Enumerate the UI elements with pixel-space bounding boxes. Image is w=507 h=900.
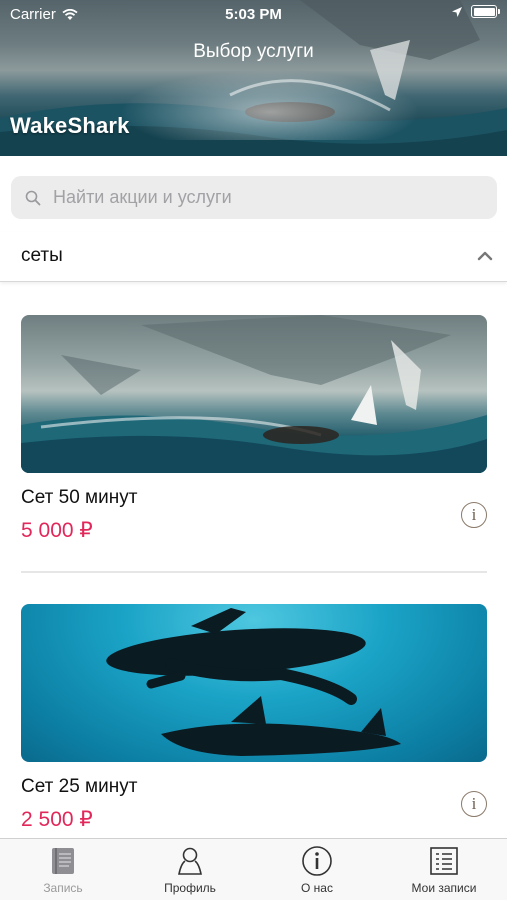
service-price: 5 000 ₽ [21, 519, 93, 542]
service-card[interactable]: Сет 50 минут 5 000 ₽ i [21, 315, 487, 555]
info-icon [302, 846, 332, 876]
info-icon: i [471, 505, 477, 524]
tab-my-bookings[interactable]: Мои записи [381, 839, 507, 900]
service-title: Сет 25 минут [21, 776, 138, 797]
service-price: 2 500 ₽ [21, 808, 93, 831]
search-input[interactable] [53, 187, 473, 208]
status-bar: Carrier 5:03 PM [0, 0, 507, 28]
chevron-up-icon[interactable] [477, 248, 493, 264]
person-icon [178, 847, 202, 875]
book-icon [52, 848, 74, 874]
search-icon [25, 190, 41, 205]
battery-icon [471, 5, 500, 18]
search-bar[interactable] [11, 176, 497, 219]
underwater-surfer-and-shark-illustration [106, 608, 401, 756]
tab-booking[interactable]: Запись [0, 839, 126, 900]
location-arrow-icon [452, 6, 462, 17]
info-button[interactable]: i [461, 791, 487, 817]
service-card[interactable]: Сет 25 минут 2 500 ₽ i [21, 604, 487, 834]
section-header-sets[interactable]: сеты [0, 232, 507, 282]
section-label: сеты [21, 245, 63, 266]
list-icon [430, 847, 458, 875]
tab-label: Мои записи [411, 881, 477, 895]
service-image [21, 604, 487, 762]
brand-name: WakeShark [10, 113, 130, 138]
info-button[interactable]: i [461, 502, 487, 528]
tab-label: Профиль [164, 881, 216, 895]
service-title: Сет 50 минут [21, 487, 138, 508]
status-time: 5:03 PM [225, 6, 282, 23]
tab-profile[interactable]: Профиль [127, 839, 253, 900]
page-title: Выбор услуги [193, 41, 314, 62]
divider [21, 571, 487, 573]
tab-about[interactable]: О нас [254, 839, 380, 900]
info-icon: i [471, 794, 477, 813]
header-banner: Carrier 5:03 PM Выбор услуги WakeShark [0, 0, 507, 156]
tab-label: Запись [43, 881, 83, 895]
tab-label: О нас [301, 881, 333, 895]
service-image [21, 315, 487, 473]
surfer-with-sharks-illustration [21, 315, 487, 473]
tab-bar: Запись Профиль О нас Мои записи [0, 838, 507, 900]
